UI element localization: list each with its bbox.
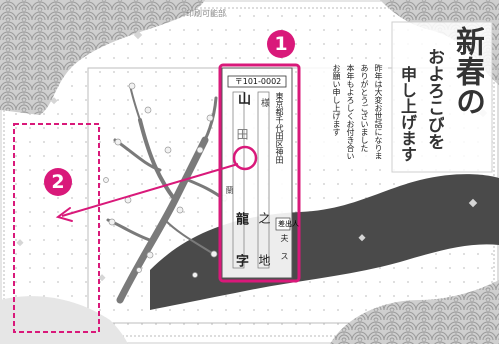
step-marker-2: 2 (44, 168, 72, 196)
sender-fragment: 夫 (280, 234, 289, 242)
postal-code: 〒101-0002 (234, 77, 282, 86)
message-line-3: 本年もよろしくお付き合い (346, 64, 355, 159)
name-char-2: 田 (235, 128, 249, 140)
name-char-1: 山 (235, 92, 250, 105)
message-line-1: 昨年は大変お世話になりまして (374, 64, 383, 159)
message-line-2: ありがとうございました (360, 64, 369, 152)
print-area-label: 印刷可能部 (186, 9, 226, 18)
message-line-4: お願い申し上げます (332, 64, 341, 136)
greeting-line-3: 申し上げます (398, 66, 417, 162)
address-line: 東京都千代田区神田 (275, 92, 284, 164)
honorific-1: 様 (259, 98, 269, 107)
greeting-line-2: およろこびを (424, 48, 444, 150)
greeting-title: 新春の (450, 26, 484, 116)
step-marker-1: 1 (267, 30, 295, 58)
extra-fragment: ス (280, 252, 289, 260)
screenshot-canvas: 印刷可能部 〒101-0002 東京都千代田区神田 山 田 龍 字 様 之 地 … (0, 0, 499, 344)
sender-label: 差出人 (278, 220, 299, 228)
extra-char-1: 之 (257, 212, 271, 224)
sender-name-fragment: 蘭 (225, 186, 234, 194)
name-char-4: 字 (233, 254, 248, 267)
extra-char-2: 地 (257, 254, 271, 266)
name-char-3: 龍 (233, 212, 248, 225)
